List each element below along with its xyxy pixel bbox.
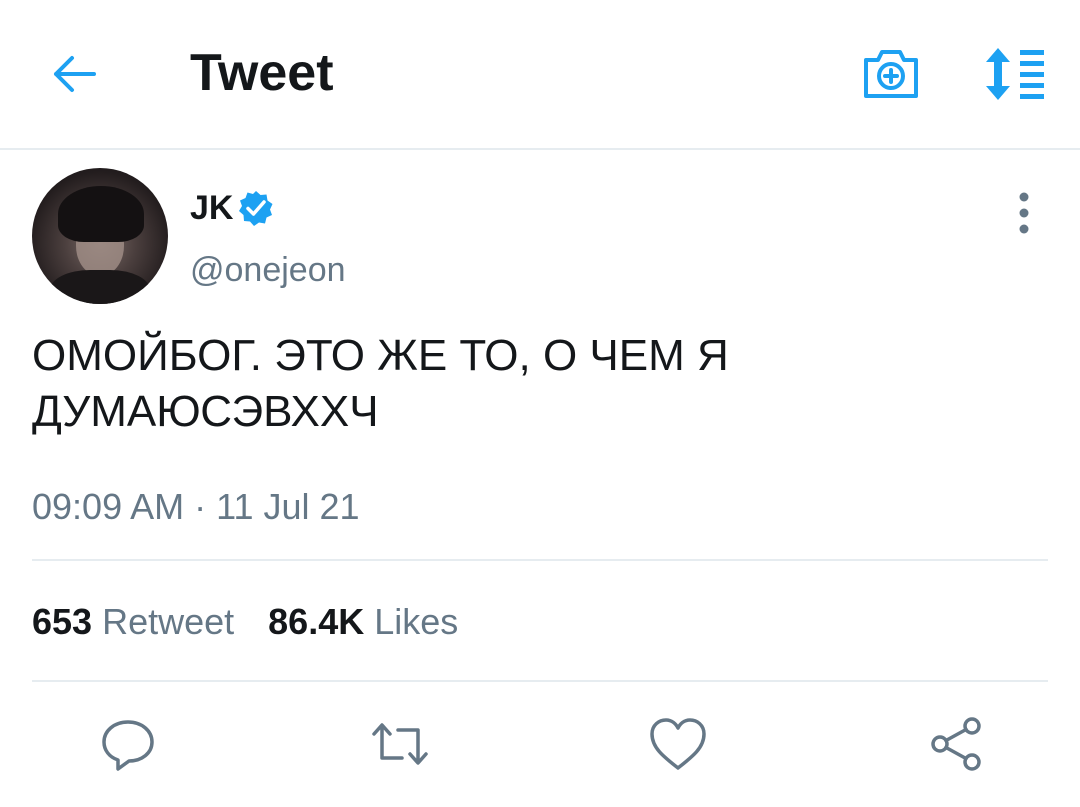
likes-label[interactable]: Likes (374, 601, 458, 643)
author-handle[interactable]: @onejeon (190, 248, 346, 292)
divider (32, 680, 1048, 682)
back-button[interactable] (48, 48, 100, 100)
reply-icon (102, 720, 154, 771)
share-button[interactable] (924, 712, 988, 776)
arrow-left-icon (54, 56, 96, 92)
add-photo-button[interactable] (860, 42, 922, 104)
retweet-label[interactable]: Retweet (102, 601, 234, 643)
tweet-text: ОМОЙБОГ. ЭТО ЖЕ ТО, О ЧЕМ Я ДУМАЮСЭВХХЧ (32, 331, 729, 436)
sort-button[interactable] (982, 44, 1048, 104)
sort-list-icon (986, 48, 1044, 100)
like-heart-icon (650, 718, 706, 770)
tweet-stats: 653 Retweet 86.4K Likes (32, 598, 458, 646)
more-options-button[interactable] (1010, 190, 1038, 236)
likes-count[interactable]: 86.4K (268, 601, 364, 643)
top-app-bar: Tweet (0, 0, 1080, 150)
like-button[interactable] (646, 712, 710, 776)
share-icon (931, 717, 981, 771)
author-avatar[interactable] (32, 168, 168, 304)
retweet-icon (372, 723, 428, 765)
verified-badge-icon (239, 191, 273, 226)
camera-plus-icon (864, 50, 918, 98)
retweet-count[interactable]: 653 (32, 601, 92, 643)
avatar-shirt (50, 270, 150, 304)
retweet-button[interactable] (368, 712, 432, 776)
divider (32, 559, 1048, 561)
tweet-timestamp: 09:09 AM · 11 Jul 21 (32, 486, 360, 527)
avatar-hair (58, 186, 144, 242)
reply-button[interactable] (96, 712, 160, 776)
page-title: Tweet (190, 44, 334, 102)
vertical-dots-icon (1019, 192, 1029, 234)
author-name: JK (190, 189, 234, 227)
author-name-row[interactable]: JK (190, 186, 275, 230)
